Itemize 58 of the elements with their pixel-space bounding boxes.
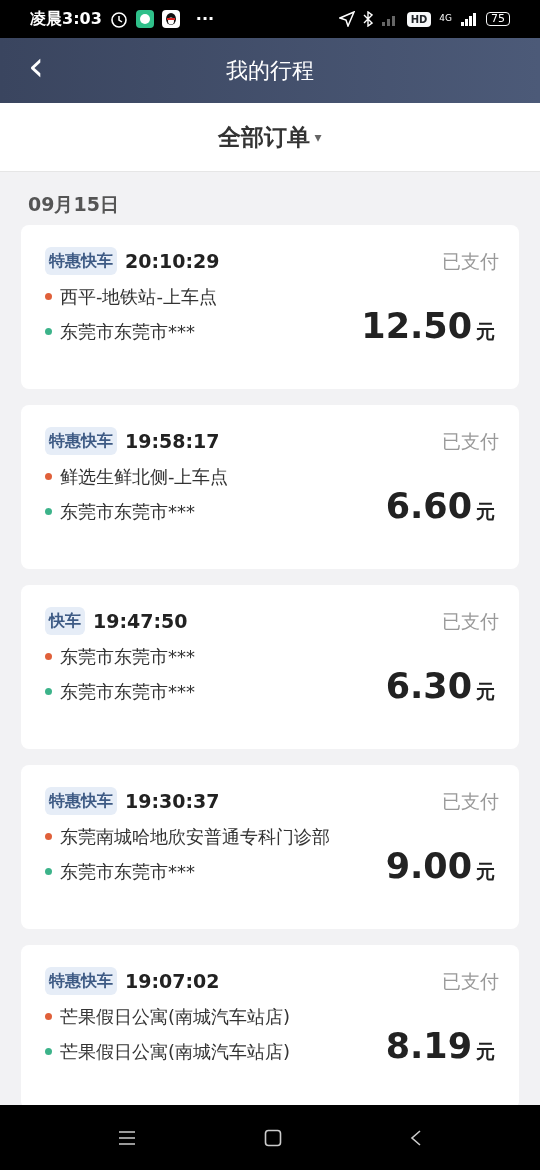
payment-status: 已支付 <box>442 428 499 454</box>
status-time: 凌晨3:03 <box>30 8 102 30</box>
trip-time: 19:58:17 <box>125 428 220 454</box>
trip-card[interactable]: 特惠快车 19:30:37 已支付 东莞南城哈地欣安普通专科门诊部 东莞市东莞市*** 9.00 元 <box>21 764 519 929</box>
dropoff-address: 东莞市东莞市*** <box>60 680 195 704</box>
dropoff-address: 东莞市东莞市*** <box>60 860 195 884</box>
fare-amount: 8.19 <box>385 1028 472 1064</box>
location-arrow-icon <box>338 11 355 27</box>
bluetooth-icon <box>362 11 373 27</box>
trip-card[interactable]: 特惠快车 20:10:29 已支付 西平-地铁站-上车点 东莞市东莞市*** 12.50 元 <box>21 224 519 389</box>
payment-status: 已支付 <box>442 608 499 634</box>
pickup-address: 西平-地铁站-上车点 <box>60 285 217 309</box>
dropoff-address: 芒果假日公寓(南城汽车站店) <box>60 1040 291 1064</box>
dropoff-address: 东莞市东莞市*** <box>60 500 195 524</box>
currency-unit: 元 <box>476 318 495 344</box>
pickup-address: 鲜选生鲜北侧-上车点 <box>60 465 229 489</box>
menu-icon[interactable] <box>118 1130 136 1145</box>
fare-amount: 6.60 <box>385 488 472 524</box>
trip-card[interactable]: 快车 19:47:50 已支付 东莞市东莞市*** 东莞市东莞市*** 6.30 元 <box>21 584 519 749</box>
page-title: 我的行程 <box>226 57 314 85</box>
payment-status: 已支付 <box>442 968 499 994</box>
currency-unit: 元 <box>476 858 495 884</box>
alarm-clock-icon <box>109 10 128 28</box>
app-icon <box>135 10 154 28</box>
more-indicator: ··· <box>195 8 215 30</box>
date-heading: 09月15日 <box>27 192 120 217</box>
trip-time: 19:30:37 <box>125 788 220 814</box>
currency-unit: 元 <box>476 678 495 704</box>
fare-amount: 6.30 <box>385 668 472 704</box>
order-filter-dropdown[interactable]: 全部订单 ▾ <box>212 118 328 156</box>
penguin-icon <box>161 10 180 28</box>
hd-badge: HD <box>406 11 432 27</box>
trip-time: 20:10:29 <box>125 248 220 274</box>
ride-type-tag: 特惠快车 <box>45 246 117 275</box>
trip-card[interactable]: 特惠快车 19:07:02 已支付 芒果假日公寓(南城汽车站店) 芒果假日公寓(南城汽车站店) 8.19 元 <box>21 944 519 1105</box>
trip-time: 19:07:02 <box>125 968 220 994</box>
trip-card[interactable]: 特惠快车 19:58:17 已支付 鲜选生鲜北侧-上车点 东莞市东莞市*** 6.60 元 <box>21 404 519 569</box>
battery-level: 75 <box>486 11 510 27</box>
back-button[interactable]: ‹ <box>20 46 52 86</box>
payment-status: 已支付 <box>442 248 499 274</box>
home-square-icon[interactable] <box>264 1128 282 1147</box>
back-icon[interactable] <box>410 1128 422 1147</box>
ride-type-tag: 快车 <box>45 606 85 635</box>
signal-icon <box>460 11 478 27</box>
payment-status: 已支付 <box>442 788 499 814</box>
pickup-address: 东莞南城哈地欣安普通专科门诊部 <box>60 825 330 849</box>
currency-unit: 元 <box>476 1038 495 1064</box>
dropoff-address: 东莞市东莞市*** <box>60 320 195 344</box>
pickup-address: 芒果假日公寓(南城汽车站店) <box>60 1005 291 1029</box>
trip-time: 19:47:50 <box>93 608 188 634</box>
fare-amount: 12.50 <box>361 308 472 344</box>
ride-type-tag: 特惠快车 <box>45 426 117 455</box>
currency-unit: 元 <box>476 498 495 524</box>
ride-type-tag: 特惠快车 <box>45 786 117 815</box>
network-type: 4G <box>439 12 452 26</box>
fare-amount: 9.00 <box>385 848 472 884</box>
pickup-address: 东莞市东莞市*** <box>60 645 195 669</box>
ride-type-tag: 特惠快车 <box>45 966 117 995</box>
